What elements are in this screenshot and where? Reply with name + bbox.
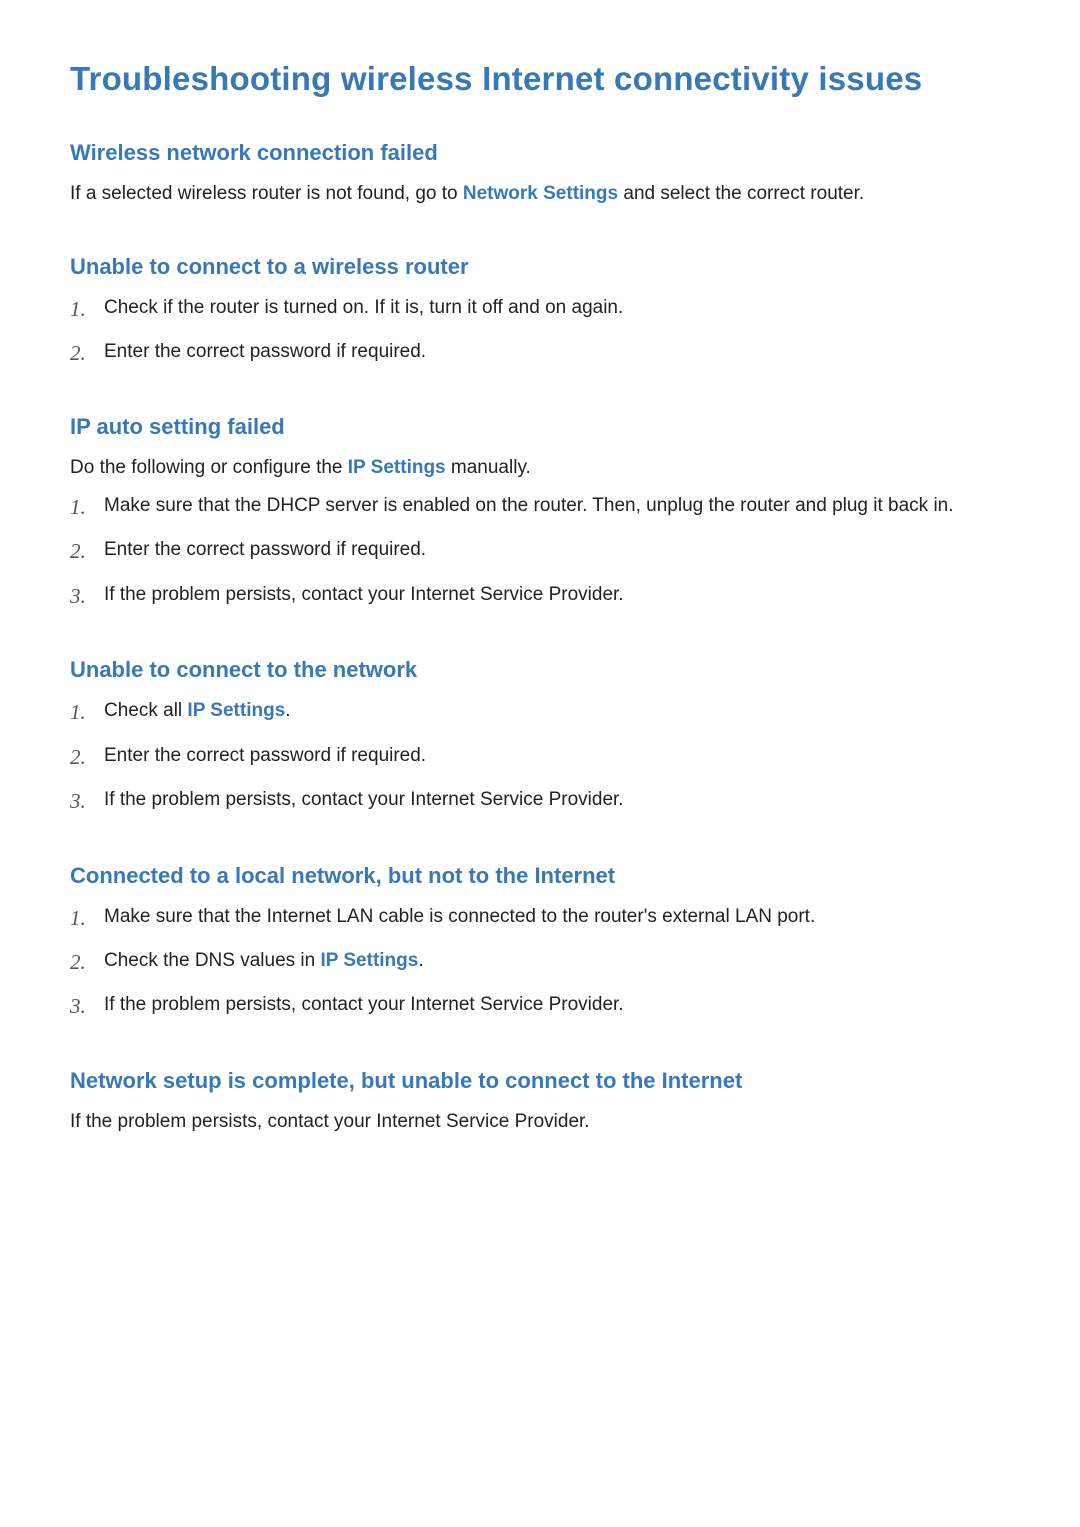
text: Check the DNS values in: [104, 950, 321, 971]
section-heading: Unable to connect to a wireless router: [70, 254, 1010, 280]
network-settings-link[interactable]: Network Settings: [463, 183, 618, 204]
step-list: 1. Check if the router is turned on. If …: [70, 294, 1010, 369]
step-list: 1. Check all IP Settings. 2. Enter the c…: [70, 697, 1010, 816]
step-number: 2.: [70, 742, 104, 772]
list-item: 3. If the problem persists, contact your…: [70, 786, 1010, 816]
text: If a selected wireless router is not fou…: [70, 183, 463, 204]
step-list: 1. Make sure that the DHCP server is ena…: [70, 492, 1010, 611]
step-number: 2.: [70, 947, 104, 977]
section-heading: Unable to connect to the network: [70, 657, 1010, 683]
list-item: 2. Enter the correct password if require…: [70, 742, 1010, 772]
step-text: Check the DNS values in IP Settings.: [104, 947, 1010, 975]
step-text: If the problem persists, contact your In…: [104, 991, 1010, 1019]
document-page: Troubleshooting wireless Internet connec…: [0, 0, 1080, 1527]
step-number: 3.: [70, 581, 104, 611]
list-item: 2. Check the DNS values in IP Settings.: [70, 947, 1010, 977]
list-item: 1. Check if the router is turned on. If …: [70, 294, 1010, 324]
section-ip-auto-failed: IP auto setting failed Do the following …: [70, 414, 1010, 611]
step-text: Enter the correct password if required.: [104, 338, 1010, 366]
section-local-only: Connected to a local network, but not to…: [70, 863, 1010, 1022]
section-unable-network: Unable to connect to the network 1. Chec…: [70, 657, 1010, 816]
step-number: 1.: [70, 697, 104, 727]
section-paragraph: If the problem persists, contact your In…: [70, 1108, 1010, 1136]
section-setup-complete: Network setup is complete, but unable to…: [70, 1068, 1010, 1136]
ip-settings-link[interactable]: IP Settings: [187, 700, 285, 721]
text: .: [285, 700, 290, 721]
step-number: 1.: [70, 492, 104, 522]
step-number: 2.: [70, 338, 104, 368]
step-text: Make sure that the Internet LAN cable is…: [104, 903, 1010, 931]
step-text: Enter the correct password if required.: [104, 742, 1010, 770]
text: manually.: [446, 457, 531, 478]
text: .: [418, 950, 423, 971]
section-heading: Network setup is complete, but unable to…: [70, 1068, 1010, 1094]
text: Check all: [104, 700, 187, 721]
step-list: 1. Make sure that the Internet LAN cable…: [70, 903, 1010, 1022]
list-item: 1. Check all IP Settings.: [70, 697, 1010, 727]
step-text: Enter the correct password if required.: [104, 536, 1010, 564]
list-item: 3. If the problem persists, contact your…: [70, 991, 1010, 1021]
section-heading: Connected to a local network, but not to…: [70, 863, 1010, 889]
ip-settings-link[interactable]: IP Settings: [348, 457, 446, 478]
step-text: If the problem persists, contact your In…: [104, 581, 1010, 609]
page-title: Troubleshooting wireless Internet connec…: [70, 60, 1010, 98]
step-number: 1.: [70, 294, 104, 324]
list-item: 2. Enter the correct password if require…: [70, 338, 1010, 368]
section-wireless-failed: Wireless network connection failed If a …: [70, 140, 1010, 208]
section-heading: IP auto setting failed: [70, 414, 1010, 440]
section-heading: Wireless network connection failed: [70, 140, 1010, 166]
step-text: If the problem persists, contact your In…: [104, 786, 1010, 814]
step-number: 2.: [70, 536, 104, 566]
text: Do the following or configure the: [70, 457, 348, 478]
ip-settings-link[interactable]: IP Settings: [321, 950, 419, 971]
list-item: 3. If the problem persists, contact your…: [70, 581, 1010, 611]
list-item: 2. Enter the correct password if require…: [70, 536, 1010, 566]
step-text: Check if the router is turned on. If it …: [104, 294, 1010, 322]
section-paragraph: Do the following or configure the IP Set…: [70, 454, 1010, 482]
list-item: 1. Make sure that the Internet LAN cable…: [70, 903, 1010, 933]
step-number: 1.: [70, 903, 104, 933]
step-number: 3.: [70, 786, 104, 816]
step-text: Make sure that the DHCP server is enable…: [104, 492, 1010, 520]
list-item: 1. Make sure that the DHCP server is ena…: [70, 492, 1010, 522]
step-number: 3.: [70, 991, 104, 1021]
text: and select the correct router.: [618, 183, 864, 204]
section-paragraph: If a selected wireless router is not fou…: [70, 180, 1010, 208]
section-unable-router: Unable to connect to a wireless router 1…: [70, 254, 1010, 369]
step-text: Check all IP Settings.: [104, 697, 1010, 725]
